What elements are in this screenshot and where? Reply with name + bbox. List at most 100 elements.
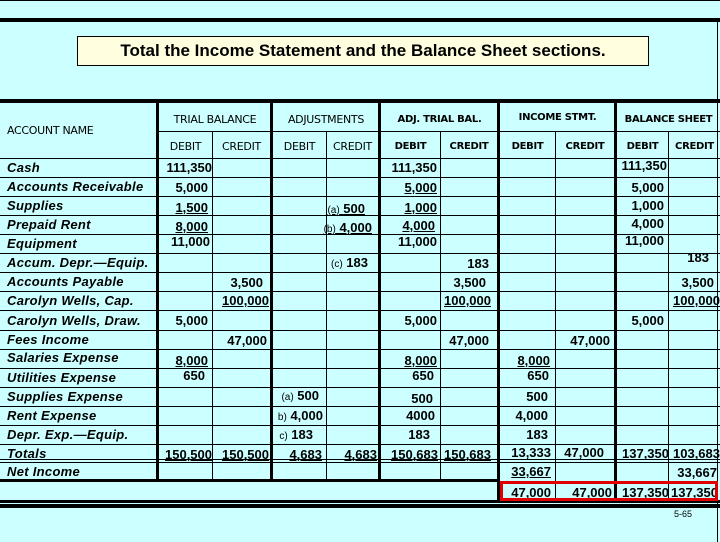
atb-credit-fees: 47,000 [449,333,489,348]
adj-credit-supplies: (a) 500 [320,201,365,216]
account-salaries-expense: Salaries Expense [7,350,119,365]
adj-debit-supplies-expense: (a) 500 [273,388,319,403]
header-account-name: ACCOUNT NAME [7,124,94,137]
tb-credit-totals: 150,500 [222,447,269,462]
bs-credit-accum-depr: 183 [687,250,709,265]
bs-debit-prepaid: 4,000 [631,216,664,231]
grid-top-border [0,99,720,103]
col-divider-adj [326,131,327,480]
atb-debit-salaries: 8,000 [404,353,437,368]
col-divider-tb-adj [270,103,273,480]
header-bs-credit: CREDIT [675,141,714,152]
account-capital: Carolyn Wells, Cap. [7,293,134,308]
slide-number: 5-65 [674,509,693,519]
grid-bottom-border [0,479,500,482]
bs-debit-ar: 5,000 [631,180,664,195]
account-net-income: Net Income [7,464,81,479]
header-atb-credit: CREDIT [449,141,489,152]
atb-debit-rent-expense: 4000 [406,408,435,423]
bs-credit-totals: 103,683 [673,446,720,461]
atb-credit-ap: 3,500 [453,275,486,290]
atb-debit-cash: 111,350 [391,160,437,175]
account-drawing: Carolyn Wells, Draw. [7,313,141,328]
header-is-debit: DEBIT [511,141,544,152]
row-divider [0,387,720,388]
col-divider-atb-is [497,103,500,503]
is-debit-utilities: 650 [527,368,549,383]
atb-debit-equipment: 11,000 [397,234,437,249]
atb-credit-capital: 100,000 [444,293,491,308]
adj-debit-depr-expense: c) 183 [273,427,313,442]
bs-debit-drawing: 5,000 [631,313,664,328]
account-equipment: Equipment [7,236,77,251]
bs-credit-net-income: 33,667 [677,465,717,480]
tb-credit-capital: 100,000 [222,293,269,308]
adj-credit-accum-depr: (c) 183 [320,255,368,270]
row-divider [0,177,720,178]
adj-ref-b: b) [277,412,287,423]
header-trial-balance: TRIAL BALANCE [173,113,257,126]
row-divider [0,406,720,407]
header-tb-credit: CREDIT [222,140,261,153]
header-adj-debit: DEBIT [283,140,316,153]
account-utilities-expense: Utilities Expense [7,370,117,385]
is-debit-net-income: 33,667 [511,464,551,479]
row-divider [0,368,720,369]
atb-debit-supplies-expense: 500 [411,391,433,406]
row-divider [0,196,720,197]
grid-header-bottom [0,158,720,159]
bs-debit-totals: 137,350 [622,446,669,461]
adj-value: 183 [346,255,368,270]
account-supplies: Supplies [7,198,64,213]
tb-debit-supplies: 1,500 [175,200,208,215]
bottom-frame [0,504,720,540]
row-divider [0,444,720,445]
row-divider [0,291,720,292]
header-adj-credit: CREDIT [333,140,372,153]
col-divider-account [156,103,159,480]
bs-credit-capital: 100,000 [673,293,720,308]
bs-debit-cash: 111,350 [621,158,667,173]
header-balance-sheet: BALANCE SHEET [624,114,713,125]
adj-ref-a: (a) [281,392,294,403]
atb-debit-utilities: 650 [412,368,434,383]
adj-debit-totals: 4,683 [289,447,322,462]
atb-debit-prepaid: 4,000 [402,218,435,233]
account-accounts-receivable: Accounts Receivable [7,179,144,194]
tb-debit-drawing: 5,000 [175,313,208,328]
atb-debit-supplies: 1,000 [404,200,437,215]
header-atb-debit: DEBIT [394,141,427,152]
row-divider [0,310,720,311]
adj-ref-c: c) [279,431,288,442]
header-bs-debit: DEBIT [626,141,659,152]
adj-credit-totals: 4,683 [344,447,377,462]
tb-debit-prepaid: 8,000 [175,219,208,234]
adj-ref-b: (b) [323,224,336,235]
account-depr-expense: Depr. Exp.—Equip. [7,427,129,442]
adj-value: 500 [297,388,319,403]
is-debit-totals: 13,333 [511,445,551,460]
adj-value: 500 [343,201,365,216]
grid-header-divider [158,131,720,132]
account-accum-depr: Accum. Depr.—Equip. [7,255,149,270]
account-accounts-payable: Accounts Payable [7,274,124,289]
header-adjustments: ADJUSTMENTS [287,113,365,126]
is-debit-salaries: 8,000 [517,353,550,368]
is-credit-fees: 47,000 [570,333,610,348]
tb-debit-totals: 150,500 [165,447,212,462]
row-divider [0,462,720,463]
account-fees-income: Fees Income [7,332,90,347]
adj-value: 4,000 [339,220,372,235]
account-prepaid-rent: Prepaid Rent [7,217,91,232]
is-credit-totals: 47,000 [564,445,604,460]
highlight-totals-box [500,481,718,501]
tb-debit-utilities: 650 [183,368,205,383]
header-is-credit: CREDIT [565,141,605,152]
is-debit-supplies-expense: 500 [526,389,548,404]
adj-value: 183 [291,427,313,442]
atb-debit-drawing: 5,000 [404,313,437,328]
tb-credit-fees: 47,000 [227,333,267,348]
tb-credit-ap: 3,500 [230,275,263,290]
account-cash: Cash [7,160,40,175]
col-divider-tb [212,131,213,480]
